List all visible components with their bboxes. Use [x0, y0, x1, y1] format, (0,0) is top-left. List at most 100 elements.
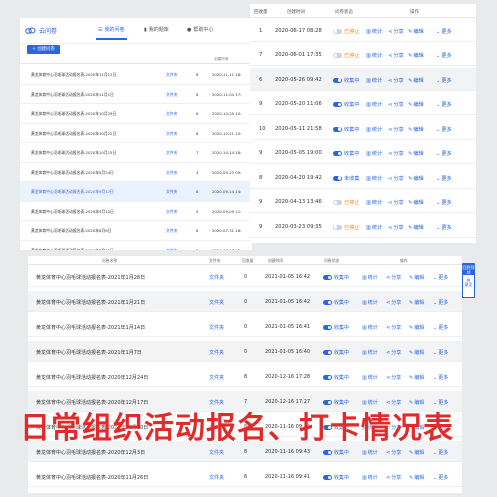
share-link[interactable]: ⋖分享: [386, 324, 401, 331]
toggle-switch[interactable]: [323, 300, 332, 305]
table-row[interactable]: 黄龙体育中心羽毛球活动报名表-2020年11月1日 文件夹 8 2020-11-04 …: [20, 85, 252, 104]
toggle-switch[interactable]: [333, 200, 342, 205]
status-toggle[interactable]: 收集中: [333, 77, 360, 84]
stats-link[interactable]: ▥统计: [366, 224, 382, 231]
edit-link[interactable]: ✎编辑: [409, 349, 424, 356]
more-link[interactable]: ⌄更多: [436, 52, 452, 59]
tab-question-bank[interactable]: ▮ 我的题库: [144, 26, 169, 34]
stats-link[interactable]: ▥统计: [362, 474, 378, 481]
edit-link[interactable]: ✎编辑: [409, 324, 424, 331]
stats-link[interactable]: ▥统计: [362, 374, 378, 381]
edit-link[interactable]: ✎编辑: [408, 199, 424, 206]
toggle-switch[interactable]: [323, 325, 332, 330]
edit-link[interactable]: ✎编辑: [408, 175, 424, 182]
survey-name-link[interactable]: 黄龙体育中心羽毛球活动报名表-2020年12月24日: [36, 374, 148, 381]
status-toggle[interactable]: 收集中: [323, 324, 349, 331]
tab-my-surveys[interactable]: ☰ 我的问卷: [96, 26, 126, 40]
survey-name-link[interactable]: 黄龙体育中心羽毛球活动报名表-2020年9月17日: [31, 189, 114, 195]
table-row[interactable]: 黄龙体育中心羽毛球活动报名表-2020年11月12日 文件夹 6 2020-11-11…: [20, 65, 252, 85]
stats-link[interactable]: ▥统计: [362, 274, 378, 281]
folder-link[interactable]: 文件夹: [166, 248, 177, 251]
table-row[interactable]: 6 2020-05-26 09:42 收集中 ▥统计 ⋖分享 ✎编辑 ⌄更多: [250, 68, 476, 91]
more-link[interactable]: ⌄更多: [433, 474, 448, 481]
toggle-switch[interactable]: [323, 450, 332, 455]
share-link[interactable]: ⋖分享: [388, 175, 404, 182]
share-link[interactable]: ⋖分享: [386, 299, 401, 306]
share-link[interactable]: ⋖分享: [388, 224, 404, 231]
status-toggle[interactable]: 收集中: [323, 274, 349, 281]
status-toggle[interactable]: 收集中: [333, 101, 360, 108]
survey-name-link[interactable]: 黄龙体育中心羽毛球活动报名表-2020年8月6日: [31, 228, 111, 234]
table-row[interactable]: 9 2020-04-13 13:46 已停止 ▥统计 ⋖分享 ✎编辑 ⌄更多: [250, 191, 476, 214]
more-link[interactable]: ⌄更多: [436, 150, 452, 157]
table-row[interactable]: 黄龙体育中心羽毛球活动报名表-2020年9月24日 文件夹 4 2020-09-23 …: [20, 163, 252, 182]
folder-link[interactable]: 文件夹: [166, 170, 177, 176]
app-logo[interactable]: 云问卷: [25, 26, 57, 35]
stats-link[interactable]: ▥统计: [366, 150, 382, 157]
share-link[interactable]: ⋖分享: [386, 349, 401, 356]
survey-name-link[interactable]: 黄龙体育中心羽毛球活动报名表-2020年10月22日: [31, 131, 116, 137]
survey-name-link[interactable]: 黄龙体育中心羽毛球活动报名表-2020年11月26日: [36, 474, 148, 481]
folder-link[interactable]: 文件夹: [166, 209, 177, 215]
folder-link[interactable]: 文件夹: [166, 150, 177, 156]
toggle-switch[interactable]: [333, 126, 342, 132]
share-link[interactable]: ⋖分享: [388, 150, 404, 157]
status-toggle[interactable]: 已停止: [333, 28, 360, 35]
more-link[interactable]: ⌄更多: [433, 299, 448, 306]
edit-link[interactable]: ✎编辑: [409, 299, 424, 306]
more-link[interactable]: ⌄更多: [436, 77, 452, 84]
stats-link[interactable]: ▥统计: [366, 77, 382, 84]
more-link[interactable]: ⌄更多: [433, 449, 448, 456]
stats-link[interactable]: ▥统计: [362, 299, 378, 306]
table-row[interactable]: 黄龙体育中心羽毛球活动报名表-2020年7月30日 文件夹 2 2020-06-17 …: [20, 241, 252, 251]
survey-name-link[interactable]: 黄龙体育中心羽毛球活动报名表-2020年7月30日: [31, 248, 114, 251]
status-toggle[interactable]: 收集中: [323, 449, 349, 456]
table-row[interactable]: 黄龙体育中心羽毛球活动报名表-2021年1月28日 文件夹 0 2021-01-05 …: [28, 266, 462, 288]
edit-link[interactable]: ✎编辑: [408, 150, 424, 157]
toggle-switch[interactable]: [333, 102, 342, 107]
edit-link[interactable]: ✎编辑: [409, 449, 424, 456]
table-row[interactable]: 9 2020-05-20 11:06 收集中 ▥统计 ⋖分享 ✎编辑 ⌄更多: [250, 93, 476, 116]
stats-link[interactable]: ▥统计: [366, 199, 382, 206]
toggle-switch[interactable]: [333, 175, 342, 181]
table-row[interactable]: 10 2020-05-11 21:58 收集中 ▥统计 ⋖分享 ✎编辑 ⌄更多: [250, 117, 476, 140]
folder-link[interactable]: 文件夹: [209, 274, 224, 281]
table-row[interactable]: 黄龙体育中心羽毛球活动报名表-2020年11月26日 文件夹 6 2020-11-16…: [28, 466, 462, 488]
toggle-switch[interactable]: [333, 151, 342, 156]
table-row[interactable]: 黄龙体育中心羽毛球活动报名表-2020年10月22日 文件夹 8 2020-10-21…: [20, 124, 252, 143]
status-toggle[interactable]: 已停止: [333, 199, 360, 206]
share-link[interactable]: ⋖分享: [388, 28, 404, 35]
stats-link[interactable]: ▥统计: [362, 349, 378, 356]
table-row[interactable]: 黄龙体育中心羽毛球活动报名表-2021年1月14日 文件夹 0 2021-01-05 …: [28, 316, 462, 338]
share-link[interactable]: ⋖分享: [388, 52, 404, 59]
stats-link[interactable]: ▥统计: [366, 28, 382, 35]
status-toggle[interactable]: 已停止: [333, 224, 360, 231]
more-link[interactable]: ⌄更多: [436, 199, 452, 206]
toggle-switch[interactable]: [333, 28, 342, 34]
table-row[interactable]: 黄龙体育中心羽毛球活动报名表-2020年10月29日 文件夹 6 2020-10-29…: [20, 104, 252, 124]
share-link[interactable]: ⋖分享: [388, 101, 404, 108]
table-row[interactable]: 黄龙体育中心羽毛球活动报名表-2020年12月24日 文件夹 8 2020-12-16…: [28, 366, 462, 388]
status-toggle[interactable]: 收集中: [323, 299, 349, 306]
folder-link[interactable]: 文件夹: [166, 228, 177, 234]
share-link[interactable]: ⋖分享: [388, 126, 404, 133]
table-row[interactable]: 9 2020-05-05 19:00 收集中 ▥统计 ⋖分享 ✎编辑 ⌄更多: [250, 142, 476, 165]
edit-link[interactable]: ✎编辑: [409, 274, 424, 281]
table-row[interactable]: 黄龙体育中心羽毛球活动报名表-2020年10月15日 文件夹 7 2020-10-14…: [20, 143, 252, 163]
toggle-switch[interactable]: [323, 375, 332, 380]
toggle-switch[interactable]: [333, 53, 342, 58]
stats-link[interactable]: ▥统计: [366, 175, 382, 182]
more-link[interactable]: ⌄更多: [433, 324, 448, 331]
table-row[interactable]: 黄龙体育中心羽毛球活动报名表-2020年9月17日 文件夹 6 2020-09-14 …: [20, 182, 252, 202]
folder-link[interactable]: 文件夹: [209, 474, 224, 481]
survey-name-link[interactable]: 黄龙体育中心羽毛球活动报名表-2020年10月15日: [31, 150, 116, 156]
share-link[interactable]: ⋖分享: [386, 274, 401, 281]
toggle-switch[interactable]: [323, 275, 332, 280]
survey-name-link[interactable]: 黄龙体育中心羽毛球活动报名表-2021年1月21日: [36, 299, 145, 306]
toggle-switch[interactable]: [333, 77, 342, 83]
toggle-switch[interactable]: [323, 350, 332, 355]
more-link[interactable]: ⌄更多: [436, 175, 452, 182]
folder-link[interactable]: 文件夹: [209, 449, 224, 456]
folder-link[interactable]: 文件夹: [209, 299, 224, 306]
folder-link[interactable]: 文件夹: [166, 92, 177, 98]
